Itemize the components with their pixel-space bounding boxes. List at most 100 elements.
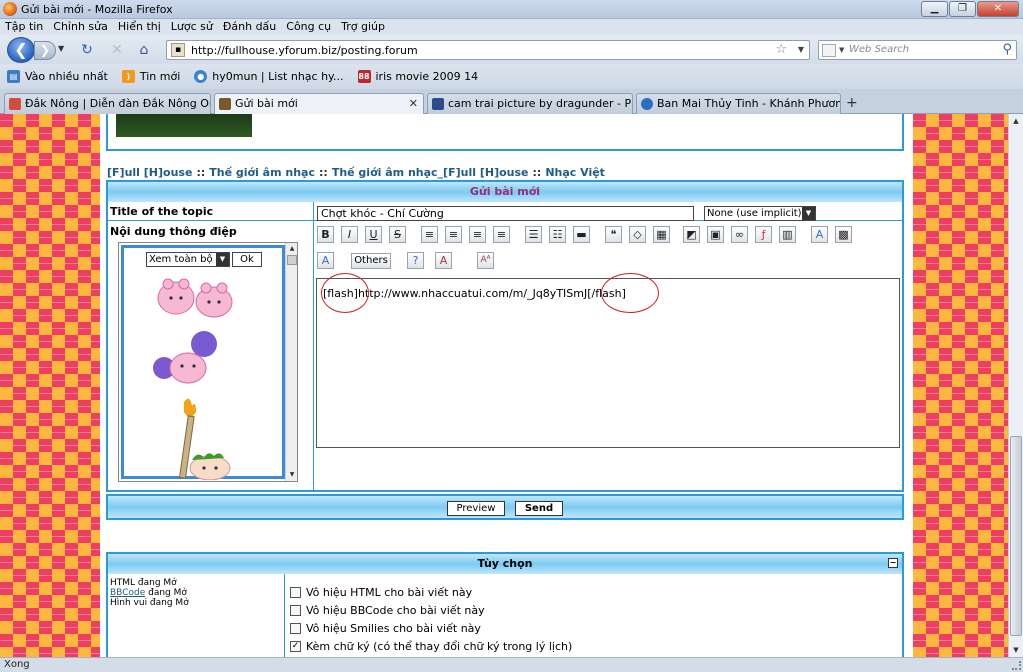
smiley-pig-balloons[interactable]: [150, 330, 230, 386]
spoiler-icon[interactable]: ◩: [683, 226, 700, 243]
topic-icon-select[interactable]: None (use implicit) ▼: [704, 206, 816, 221]
breadcrumb-link-music-fullhouse[interactable]: Thế giới âm nhạc_[F]ull [H]ouse: [332, 166, 529, 179]
others-button[interactable]: Others: [351, 253, 391, 269]
quote-icon[interactable]: ❝: [605, 226, 622, 243]
option-disable-bbcode[interactable]: Vô hiệu BBCode cho bài viết này: [290, 604, 485, 617]
page-scrollbar[interactable]: ▲ ▼: [1008, 114, 1023, 657]
code-icon[interactable]: ◇: [629, 226, 646, 243]
underline-icon[interactable]: U: [365, 226, 382, 243]
tab-favicon-icon: [432, 98, 444, 110]
color-icon[interactable]: ▩: [835, 226, 852, 243]
option-disable-smilies[interactable]: Vô hiệu Smilies cho bài viết này: [290, 622, 481, 635]
menu-help[interactable]: Trợ giúp: [336, 19, 390, 35]
bbcode-status: đang Mở: [148, 588, 187, 598]
message-textarea[interactable]: [flash]http://www.nhaccuatui.com/m/_Jq8y…: [316, 273, 900, 448]
search-engine-dropdown-icon[interactable]: ▼: [839, 46, 844, 54]
bookmark-latest-news[interactable]: ) Tin mới: [121, 70, 180, 83]
horizontal-rule-icon[interactable]: ▬: [573, 226, 590, 243]
table-icon[interactable]: ▦: [653, 226, 670, 243]
restore-icon[interactable]: ❐: [949, 1, 976, 17]
option-attach-signature[interactable]: ✓ Kèm chữ ký (có thể thay đổi chữ ký tro…: [290, 640, 572, 653]
menu-edit[interactable]: Chỉnh sửa: [48, 19, 113, 35]
align-center-icon[interactable]: ≡: [445, 226, 462, 243]
breadcrumb-link-forum[interactable]: [F]ull [H]ouse: [107, 166, 192, 179]
scroll-thumb[interactable]: [1010, 436, 1022, 636]
minimize-icon[interactable]: ▁: [921, 1, 948, 17]
scroll-thumb[interactable]: [287, 255, 297, 265]
text-size-icon[interactable]: Aᴬ: [477, 252, 494, 269]
checkbox[interactable]: [290, 623, 301, 634]
breadcrumb-link-music[interactable]: Thế giới âm nhạc: [209, 166, 315, 179]
embedded-video-thumbnail[interactable]: [116, 114, 252, 137]
tab-dak-nong[interactable]: Đắk Nông | Diễn đàn Đắk Nông Onl...: [4, 93, 211, 114]
bold-icon[interactable]: B: [317, 226, 334, 243]
web-search-box[interactable]: ▼ Web Search ⚲: [818, 40, 1017, 60]
back-button[interactable]: ❮: [7, 37, 35, 63]
forward-button[interactable]: ❯: [34, 41, 56, 60]
tab-close-icon[interactable]: ✕: [409, 97, 418, 110]
help-icon[interactable]: ?: [407, 252, 424, 269]
search-icon[interactable]: ⚲: [1002, 42, 1012, 57]
flash-icon[interactable]: ƒ: [755, 226, 772, 243]
video-icon[interactable]: ▥: [779, 226, 796, 243]
bookmark-hy0mun[interactable]: ● hy0mun | List nhạc hy...: [194, 70, 344, 83]
option-disable-html[interactable]: Vô hiệu HTML cho bài viết này: [290, 586, 472, 599]
home-icon[interactable]: ⌂: [135, 42, 153, 58]
link-icon[interactable]: ∞: [731, 226, 748, 243]
smiley-torch-face[interactable]: [164, 396, 234, 480]
tab-strip: Đắk Nông | Diễn đàn Đắk Nông Onl... Gửi …: [0, 89, 1023, 115]
menu-view[interactable]: Hiển thị: [113, 19, 166, 35]
menu-tools[interactable]: Công cụ: [281, 19, 336, 35]
bookmark-star-icon[interactable]: ☆: [775, 42, 787, 57]
font-color-icon[interactable]: A: [435, 252, 452, 269]
italic-icon[interactable]: I: [341, 226, 358, 243]
history-dropdown-icon[interactable]: ▼: [58, 44, 64, 53]
breadcrumb-link-nhac-viet[interactable]: Nhạc Việt: [545, 166, 605, 179]
url-bar[interactable]: ▪ http://fullhouse.yforum.biz/posting.fo…: [166, 40, 810, 60]
scroll-down-icon[interactable]: ▼: [287, 470, 297, 480]
preview-button[interactable]: Preview: [447, 501, 505, 516]
numbered-list-icon[interactable]: ☷: [549, 226, 566, 243]
tab-gui-bai-moi[interactable]: Gửi bài mới ✕: [214, 93, 424, 115]
site-identity-icon[interactable]: ▪: [171, 43, 185, 57]
smilies-scrollbar[interactable]: ▲ ▼: [285, 243, 297, 481]
search-engine-icon[interactable]: [822, 44, 836, 57]
option-label: Vô hiệu Smilies cho bài viết này: [306, 622, 481, 635]
options-status: HTML đang Mở BBCode đang Mở Hình vui đan…: [110, 578, 189, 608]
bbcode-link[interactable]: BBCode: [110, 588, 145, 598]
tab-cam-trai[interactable]: cam trai picture by dragunder - Pho...: [427, 93, 633, 114]
smiley-pink-pigs[interactable]: [150, 276, 242, 322]
align-left-icon[interactable]: ≡: [421, 226, 438, 243]
checkbox-checked[interactable]: ✓: [290, 641, 301, 652]
close-icon[interactable]: ✕: [977, 1, 1019, 17]
align-right-icon[interactable]: ≡: [469, 226, 486, 243]
new-tab-plus-icon[interactable]: +: [846, 95, 858, 111]
send-button[interactable]: Send: [515, 501, 563, 516]
collapse-icon[interactable]: −: [888, 558, 898, 568]
menu-history[interactable]: Lược sử: [166, 19, 218, 35]
bookmark-most-visited[interactable]: ▤ Vào nhiều nhất: [7, 70, 108, 83]
font-icon[interactable]: A: [811, 226, 828, 243]
checkbox[interactable]: [290, 587, 301, 598]
reload-icon[interactable]: ↻: [78, 42, 96, 58]
menu-bookmarks[interactable]: Đánh dấu: [218, 19, 281, 35]
scroll-down-icon[interactable]: ▼: [1009, 643, 1023, 657]
scroll-up-icon[interactable]: ▲: [1009, 114, 1023, 128]
stop-icon[interactable]: ✕: [108, 42, 126, 58]
tab-ban-mai[interactable]: Ban Mai Thủy Tinh - Khánh Phương...: [636, 93, 841, 114]
bullet-list-icon[interactable]: ☰: [525, 226, 542, 243]
image-icon[interactable]: ▣: [707, 226, 724, 243]
breadcrumb: [F]ull [H]ouse:: Thế giới âm nhạc:: Thế gi…: [107, 166, 605, 179]
checkbox[interactable]: [290, 605, 301, 616]
url-dropdown-icon[interactable]: ▼: [798, 45, 804, 54]
strikethrough-icon[interactable]: S: [389, 226, 406, 243]
resize-grip-icon[interactable]: [1012, 661, 1021, 670]
justify-icon[interactable]: ≡: [493, 226, 510, 243]
scroll-up-icon[interactable]: ▲: [287, 244, 297, 254]
smilies-view-select[interactable]: Xem toàn bộ ▼: [146, 252, 230, 267]
font-size-icon[interactable]: A: [317, 252, 334, 269]
bookmark-iris-movie[interactable]: 88 iris movie 2009 14: [357, 70, 478, 83]
menu-file[interactable]: Tập tin: [0, 19, 48, 35]
topic-title-input[interactable]: Chợt khóc - Chí Cường: [317, 206, 694, 221]
smilies-ok-button[interactable]: Ok: [232, 252, 262, 267]
